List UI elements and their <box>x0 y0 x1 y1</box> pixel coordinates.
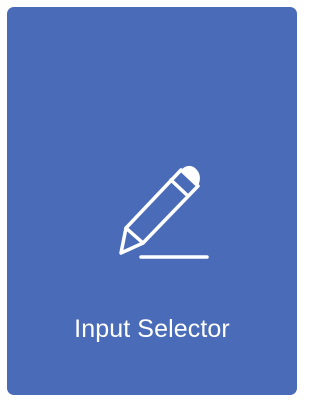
pencil-icon <box>119 162 209 262</box>
input-selector-tile[interactable]: Input Selector <box>7 7 297 395</box>
tile-label: Input Selector <box>74 315 230 343</box>
